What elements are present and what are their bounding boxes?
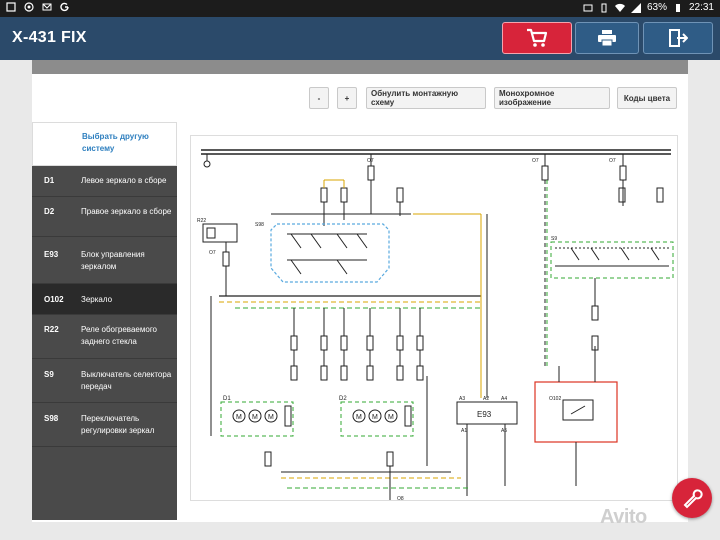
component-label: O8 [397, 496, 404, 502]
ground-symbol [203, 160, 211, 168]
google-icon [60, 2, 69, 12]
app-title: X-431 FIX [12, 29, 87, 46]
mirror-o102 [534, 381, 618, 443]
sidebar-item-label: Реле обогреваемого заднего стекла [81, 325, 158, 346]
fuse [222, 251, 230, 267]
monochrome-button[interactable]: Монохромное изображение [494, 87, 610, 109]
select-system-label: Выбрать другую систему [82, 132, 149, 153]
fuse-label: O7 [532, 158, 539, 164]
print-icon [598, 30, 616, 47]
fuse [619, 165, 627, 181]
notification-icon [6, 2, 16, 12]
sidebar-item-label: Выключатель селектора передач [81, 370, 172, 391]
scroll-shadow-bar [32, 60, 688, 74]
exit-button[interactable] [643, 22, 713, 54]
fuse-label: O7 [209, 250, 216, 256]
sidebar-item-label: Зеркало [81, 295, 113, 304]
sidebar-item-label: Левое зеркало в сборе [81, 176, 167, 185]
print-button[interactable] [575, 22, 639, 54]
wifi-icon [614, 3, 625, 12]
color-codes-button[interactable]: Коды цвета [617, 87, 677, 109]
sidebar-item-s98[interactable]: S98 Переключатель регулировки зеркал [32, 403, 177, 447]
svg-text:M: M [236, 414, 242, 421]
sidebar-item-label: Правое зеркало в сборе [81, 207, 172, 216]
pin-label: A5 [501, 428, 507, 434]
pin-label: A3 [459, 396, 465, 402]
clock: 22:31 [688, 2, 714, 13]
cart-button[interactable] [502, 22, 572, 54]
fuse-label: O7 [609, 158, 616, 164]
wrench-icon [683, 489, 703, 509]
component-sidebar: Выбрать другую систему D1 Левое зеркало … [32, 122, 177, 520]
switch-s9 [550, 241, 674, 279]
select-system-link[interactable]: Выбрать другую систему [32, 122, 177, 166]
tools-fab-button[interactable] [672, 478, 712, 518]
mail-icon [42, 3, 52, 11]
pin-label: A1 [461, 428, 467, 434]
avito-watermark: Avito [600, 506, 647, 528]
component-label: S9 [551, 236, 557, 242]
vibrate-icon [601, 3, 607, 12]
sidebar-item-o102[interactable]: O102 Зеркало [32, 284, 177, 315]
svg-text:M: M [388, 414, 394, 421]
pin-label: A2 [483, 396, 489, 402]
fuse [367, 165, 375, 181]
sidebar-item-code: E93 [44, 250, 59, 259]
cast-icon [583, 4, 593, 11]
reset-diagram-button[interactable]: Обнулить монтажную схему [366, 87, 486, 109]
sidebar-item-label: Переключатель регулировки зеркал [81, 414, 155, 435]
sidebar-item-d1[interactable]: D1 Левое зеркало в сборе [32, 166, 177, 197]
svg-text:M: M [268, 414, 274, 421]
sidebar-item-code: D2 [44, 207, 55, 216]
status-bar: 63% 22:31 [0, 0, 720, 17]
switch-s98 [270, 223, 390, 283]
component-label: S98 [255, 222, 264, 228]
app-header: X-431 FIX [0, 17, 720, 60]
exit-icon [669, 29, 688, 47]
fuse-label: O7 [367, 158, 374, 164]
svg-text:M: M [372, 414, 378, 421]
component-label: O102 [549, 396, 561, 402]
sidebar-item-code: D1 [44, 176, 55, 185]
battery-icon [675, 3, 680, 12]
sidebar-item-code: O102 [44, 295, 64, 304]
svg-text:M: M [356, 414, 362, 421]
wiring-diagram-svg: O7 O7 O7 O7 R22 S98 S9 D1 M M M D2 M M M… [197, 149, 674, 502]
component-label: D2 [339, 396, 347, 402]
sidebar-item-code: R22 [44, 325, 59, 334]
sidebar-item-code: S9 [44, 370, 54, 379]
zoom-in-button[interactable]: + [337, 87, 357, 109]
sidebar-item-code: S98 [44, 414, 59, 423]
component-label: D1 [223, 396, 231, 402]
sidebar-item-label: Блок управления зеркалом [81, 250, 145, 271]
sidebar-item-r22[interactable]: R22 Реле обогреваемого заднего стекла [32, 315, 177, 359]
wiring-diagram[interactable]: O7 O7 O7 O7 R22 S98 S9 D1 M M M D2 M M M… [190, 135, 678, 502]
zoom-out-button[interactable]: - [309, 87, 329, 109]
fuse [541, 165, 549, 181]
battery-percent: 63% [646, 2, 667, 13]
component-label: E93 [477, 410, 492, 419]
relay-r22 [202, 223, 238, 243]
component-label: R22 [197, 218, 206, 224]
pin-label: A4 [501, 396, 507, 402]
chrome-icon [24, 2, 34, 12]
sidebar-item-e93[interactable]: E93 Блок управления зеркалом [32, 237, 177, 284]
cart-icon [527, 28, 548, 47]
svg-text:M: M [252, 414, 258, 421]
sidebar-item-d2[interactable]: D2 Правое зеркало в сборе [32, 197, 177, 237]
sidebar-item-s9[interactable]: S9 Выключатель селектора передач [32, 359, 177, 403]
signal-icon [630, 2, 641, 13]
